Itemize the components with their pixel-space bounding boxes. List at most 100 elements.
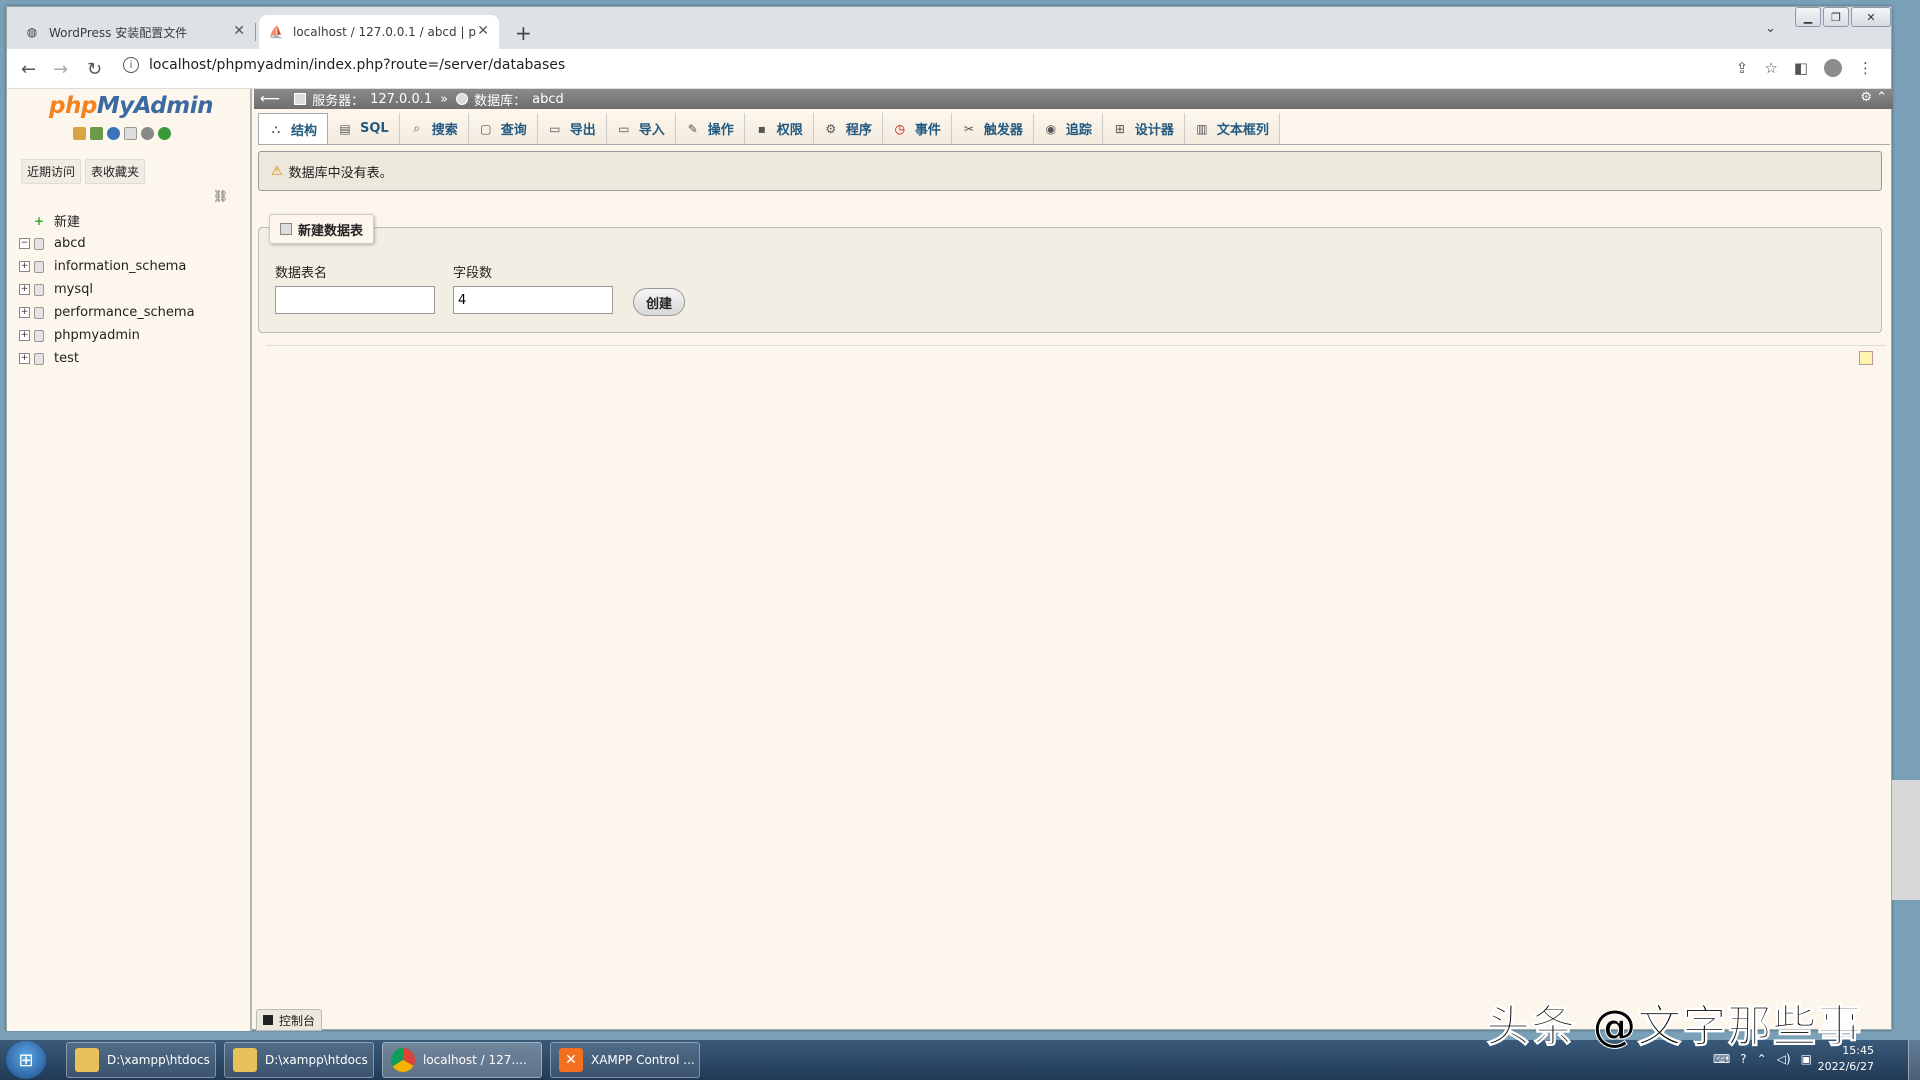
breadcrumb-db-value[interactable]: abcd (532, 92, 564, 107)
close-icon[interactable]: ✕ (477, 23, 489, 39)
tab-tracking[interactable]: ◉ 追踪 (1033, 113, 1103, 144)
expand-icon[interactable]: + (19, 307, 30, 318)
tab-label: WordPress 安装配置文件 (49, 25, 188, 40)
breadcrumb: ⟵ 服务器： 127.0.0.1 » 数据库： abcd ⚙ ⌃ (254, 89, 1893, 109)
breadcrumb-server-value[interactable]: 127.0.0.1 (370, 92, 432, 107)
create-table-form: 新建数据表 数据表名 字段数 创建 (258, 214, 1882, 333)
network-icon[interactable]: ▣ (1801, 1052, 1812, 1066)
windows-start-icon[interactable]: ⊞ (6, 1041, 46, 1079)
table-name-label: 数据表名 (275, 266, 328, 281)
settings-icon[interactable]: ⚙ ⌃ (1860, 90, 1887, 105)
breadcrumb-db-label[interactable]: 数据库： (474, 90, 526, 109)
tab-structure[interactable]: ⛬ 结构 (258, 113, 329, 144)
database-icon (34, 306, 44, 319)
close-window-icon[interactable]: ✕ (1851, 7, 1891, 27)
tree-item-performance-schema[interactable]: + performance_schema (19, 301, 195, 324)
tab-phpmyadmin[interactable]: ⛵ localhost / 127.0.0.1 / abcd | p ✕ (259, 15, 499, 49)
tab-query[interactable]: ▢ 查询 (468, 113, 538, 144)
privileges-icon: ▪ (757, 121, 766, 136)
tree-item-mysql[interactable]: + mysql (19, 278, 195, 301)
tab-export[interactable]: ▭ 导出 (537, 113, 607, 144)
note-icon[interactable] (1859, 351, 1873, 365)
tab-operations[interactable]: ✎ 操作 (675, 113, 745, 144)
folder-icon (75, 1048, 99, 1072)
taskbar-item-explorer-1[interactable]: D:\xampp\htdocs (66, 1042, 216, 1078)
field-count-input[interactable] (453, 286, 613, 314)
help-icon[interactable] (107, 127, 120, 140)
sql-icon: ▤ (339, 121, 351, 136)
structure-icon: ⛬ (271, 121, 281, 136)
docs-icon[interactable] (124, 127, 137, 140)
desktop-scrollbar (1892, 780, 1920, 900)
tab-designer[interactable]: ⊞ 设计器 (1102, 113, 1185, 144)
create-button[interactable]: 创建 (633, 288, 685, 316)
tab-events[interactable]: ◷ 事件 (882, 113, 952, 144)
taskbar-item-chrome[interactable]: localhost / 127.... (382, 1042, 542, 1078)
server-icon (294, 93, 307, 105)
xampp-icon: ✕ (559, 1048, 583, 1072)
expand-icon[interactable]: + (19, 353, 30, 364)
top-menu-tabs: ⛬ 结构 ▤ SQL ⌕ 搜索 ▢ 查询 ▭ 导出 ▭ 导入 ✎ 操作 ▪ 权限 ⚙ 程序 ◷ 事件… (258, 113, 1890, 145)
tree-item-test[interactable]: + test (19, 347, 195, 370)
taskbar-item-xampp[interactable]: ✕ XAMPP Control ... (550, 1042, 700, 1078)
toolbar-actions: ⇪ ☆ ◧ ⋮ (1736, 59, 1873, 77)
browser-window: ◍ WordPress 安装配置文件 ✕ ⛵ localhost / 127.0… (6, 6, 1893, 1031)
database-icon (456, 93, 469, 105)
tab-triggers[interactable]: ✂ 触发器 (951, 113, 1034, 144)
menu-icon[interactable]: ⋮ (1858, 59, 1873, 77)
keyboard-icon[interactable]: ⌨ (1713, 1052, 1730, 1066)
phpmyadmin-logo[interactable]: phpMyAdmin (49, 93, 213, 119)
maximize-icon[interactable]: ❐ (1823, 7, 1849, 27)
main-panel: ⟵ 服务器： 127.0.0.1 » 数据库： abcd ⚙ ⌃ ⛬ 结构 ▤ SQ… (254, 89, 1893, 1031)
tree-item-new[interactable]: + 新建 (19, 209, 195, 232)
expand-icon[interactable]: + (19, 330, 30, 341)
reload-icon[interactable]: ↻ (87, 59, 102, 80)
table-name-input[interactable] (275, 286, 435, 314)
collapse-sidebar-icon[interactable]: ⟵ (260, 91, 280, 107)
tab-central-columns[interactable]: ▥ 文本框列 (1184, 113, 1280, 144)
tab-routines[interactable]: ⚙ 程序 (813, 113, 883, 144)
info-icon[interactable]: i (123, 57, 139, 73)
database-icon (34, 283, 44, 296)
collapse-icon[interactable]: − (19, 238, 30, 249)
volume-icon[interactable]: ◁) (1777, 1052, 1791, 1066)
expand-icon[interactable]: + (19, 261, 30, 272)
share-icon[interactable]: ⇪ (1736, 59, 1749, 77)
profile-icon[interactable] (1824, 59, 1842, 77)
tree-item-abcd[interactable]: − abcd (19, 232, 195, 255)
tab-wordpress[interactable]: ◍ WordPress 安装配置文件 ✕ (15, 15, 256, 49)
home-icon[interactable] (73, 127, 86, 140)
warning-icon: ⚠ (271, 163, 283, 179)
notice-box: ⚠ 数据库中没有表。 (258, 151, 1882, 191)
back-icon[interactable]: ← (21, 59, 36, 80)
settings-icon[interactable] (141, 127, 154, 140)
tab-privileges[interactable]: ▪ 权限 (744, 113, 814, 144)
close-icon[interactable]: ✕ (233, 23, 245, 39)
tab-import[interactable]: ▭ 导入 (606, 113, 676, 144)
chevron-up-icon[interactable]: ⌃ (1757, 1052, 1767, 1066)
chevron-down-icon[interactable]: ⌄ (1765, 21, 1776, 36)
refresh-icon[interactable] (158, 127, 171, 140)
show-desktop-button[interactable] (1908, 1040, 1920, 1080)
help-icon[interactable]: ? (1740, 1052, 1746, 1066)
recent-button[interactable]: 近期访问 (21, 159, 82, 184)
tab-sql[interactable]: ▤ SQL (328, 113, 400, 144)
console-toggle[interactable]: 控制台 (256, 1009, 323, 1031)
star-icon[interactable]: ☆ (1764, 59, 1777, 77)
eye-icon: ◉ (1045, 121, 1057, 136)
new-tab-icon[interactable]: + (515, 21, 532, 45)
forward-icon[interactable]: → (53, 59, 68, 80)
sidepanel-icon[interactable]: ◧ (1794, 59, 1808, 77)
address-bar[interactable]: i localhost/phpmyadmin/index.php?route=/… (123, 57, 565, 73)
expand-icon[interactable]: + (19, 284, 30, 295)
url-text[interactable]: localhost/phpmyadmin/index.php?route=/se… (149, 57, 565, 73)
tab-search[interactable]: ⌕ 搜索 (399, 113, 469, 144)
tree-item-phpmyadmin[interactable]: + phpmyadmin (19, 324, 195, 347)
logout-icon[interactable] (90, 127, 103, 140)
breadcrumb-server-label[interactable]: 服务器： (312, 90, 364, 109)
favorites-button[interactable]: 表收藏夹 (85, 159, 146, 184)
minimize-icon[interactable]: ▁ (1795, 7, 1821, 27)
taskbar-item-explorer-2[interactable]: D:\xampp\htdocs (224, 1042, 374, 1078)
tree-item-information-schema[interactable]: + information_schema (19, 255, 195, 278)
link-icon[interactable]: ⛓ (213, 189, 228, 203)
